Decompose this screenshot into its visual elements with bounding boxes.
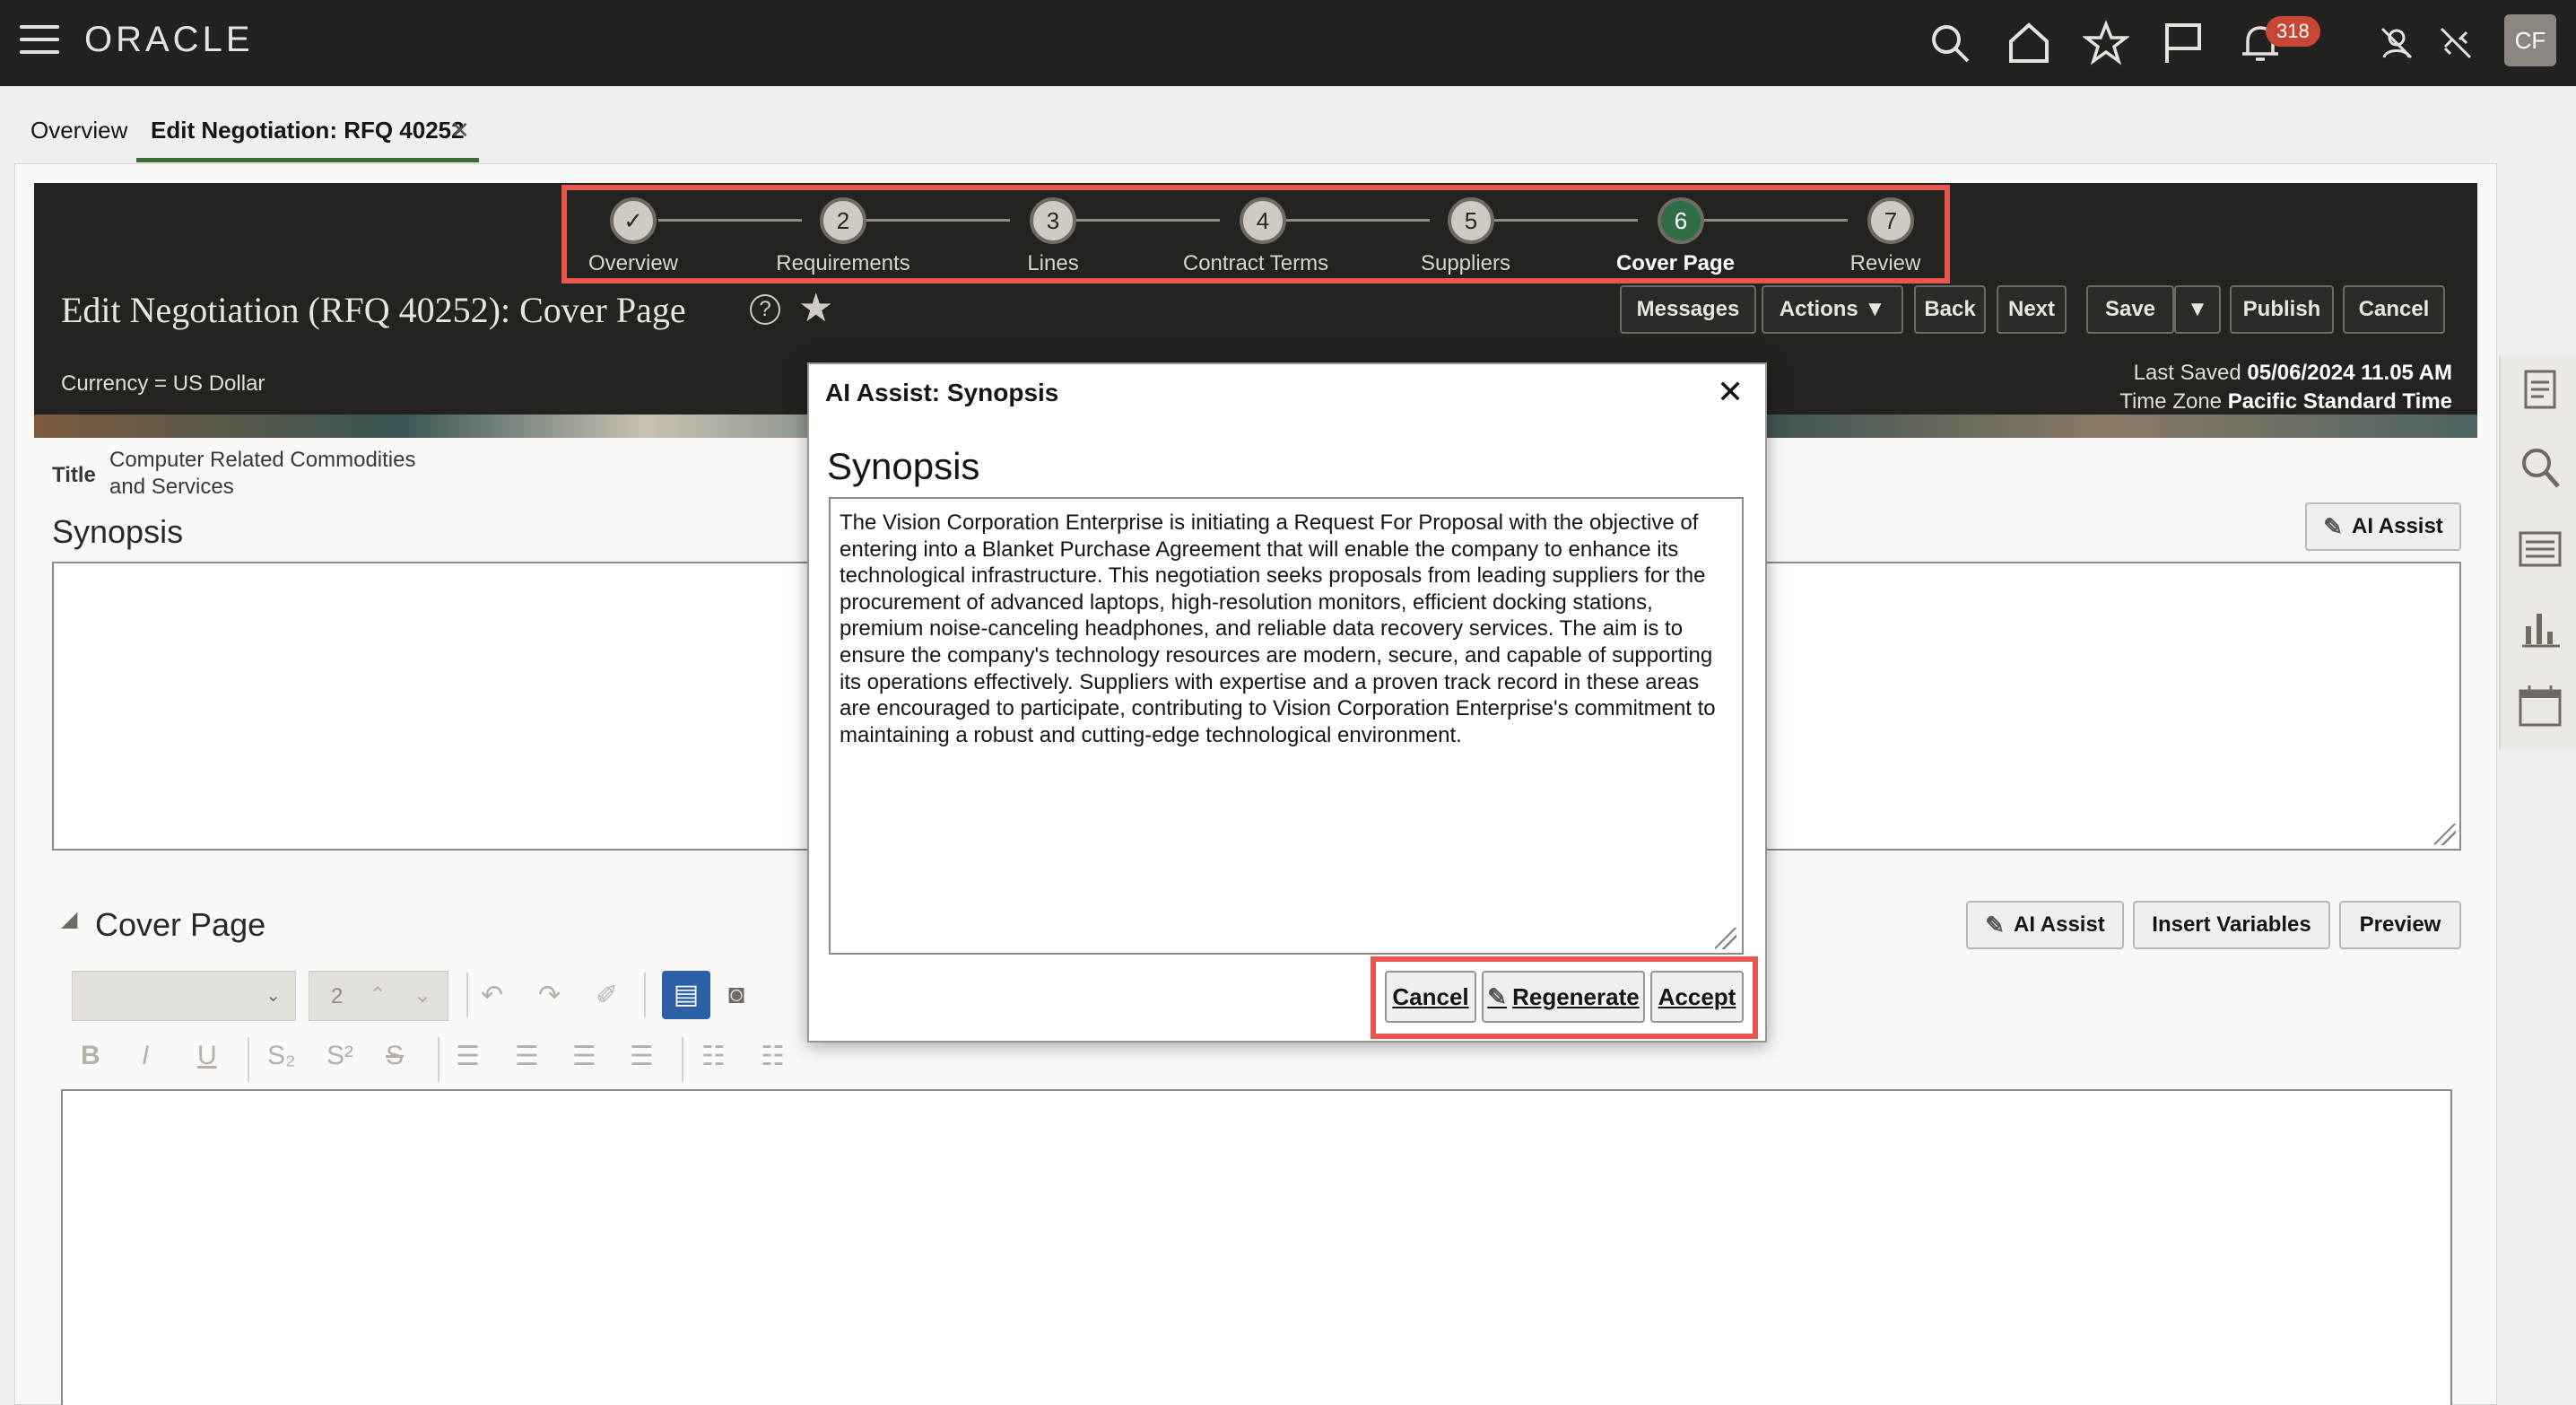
italic-icon[interactable]: I [142, 1041, 149, 1071]
align-left-icon[interactable]: ☰ [456, 1041, 480, 1072]
synopsis-heading: Synopsis [52, 513, 184, 550]
last-saved-label: Last Saved [2133, 361, 2241, 385]
magic-wand-icon: ✎ [1985, 911, 2005, 938]
caret-down-icon: ▼ [1864, 297, 1886, 321]
close-tab-icon[interactable]: ✕ [450, 117, 470, 144]
redo-icon[interactable]: ↷ [538, 980, 561, 1011]
search-panel-icon[interactable] [2517, 445, 2563, 492]
search-icon[interactable] [1927, 20, 1973, 66]
magic-wand-icon: ✎ [2323, 512, 2343, 540]
resize-grip-icon[interactable] [1715, 928, 1736, 949]
preview-button[interactable]: Preview [2339, 901, 2461, 949]
dialog-title: AI Assist: Synopsis [825, 379, 1059, 406]
messages-button[interactable]: Messages [1620, 285, 1756, 334]
strikethrough-icon[interactable]: S [386, 1041, 404, 1071]
back-button[interactable]: Back [1914, 285, 1986, 334]
collapse-triangle-icon[interactable]: ◢ [61, 906, 77, 932]
toolbar-separator [466, 973, 468, 1017]
help-icon[interactable]: ? [750, 294, 780, 325]
toolbar-separator [682, 1037, 683, 1082]
timezone-label: Time Zone [2119, 389, 2223, 414]
numbered-list-icon[interactable]: ☷ [761, 1041, 785, 1072]
underline-icon[interactable]: U [197, 1041, 217, 1071]
ai-assist-label: AI Assist [2013, 912, 2105, 937]
home-icon[interactable] [2006, 20, 2052, 66]
increase-icon[interactable]: ⌃ [369, 982, 387, 1008]
global-header: ORACLE 318 CF [0, 0, 2576, 86]
right-panel-rail [2499, 355, 2576, 750]
source-mode-icon[interactable]: ◙ [728, 980, 744, 1010]
favorite-star-icon[interactable]: ★ [798, 285, 833, 331]
bold-icon[interactable]: B [81, 1041, 100, 1071]
align-center-icon[interactable]: ☰ [515, 1041, 539, 1072]
regenerate-button[interactable]: ✎ Regenerate [1482, 971, 1645, 1023]
superscript-icon[interactable]: S² [326, 1041, 353, 1071]
cancel-button[interactable]: Cancel [2343, 285, 2445, 334]
chevron-down-icon: ⌄ [265, 986, 281, 1006]
subscript-icon[interactable]: S₂ [267, 1041, 296, 1071]
document-icon[interactable] [2517, 366, 2563, 413]
title-value: Computer Related Commodities and Service… [109, 448, 416, 499]
bullet-list-icon[interactable]: ☷ [701, 1041, 726, 1072]
publish-button[interactable]: Publish [2230, 285, 2334, 334]
cover-ai-assist-button[interactable]: ✎ AI Assist [1966, 901, 2124, 949]
toolbar-separator [438, 1037, 439, 1082]
cover-page-heading: Cover Page [95, 906, 266, 943]
undo-icon[interactable]: ↶ [481, 980, 503, 1011]
close-icon[interactable]: ✕ [1717, 373, 1744, 411]
rich-text-mode-icon[interactable]: ▤ [662, 971, 710, 1019]
favorites-star-icon[interactable] [2081, 20, 2131, 66]
justify-icon[interactable]: ☰ [630, 1041, 654, 1072]
toolbar-separator [644, 973, 646, 1017]
oracle-logo: ORACLE [84, 20, 254, 59]
link-off-icon[interactable] [2432, 20, 2479, 66]
actions-button[interactable]: Actions ▼ [1762, 285, 1903, 334]
calendar-icon[interactable] [2517, 682, 2563, 729]
currency-label: Currency = US Dollar [61, 371, 265, 396]
dialog-synopsis-heading: Synopsis [827, 445, 980, 487]
font-size-stepper[interactable]: 2 ⌃ ⌄ [309, 971, 448, 1021]
save-button[interactable]: Save [2086, 285, 2174, 334]
resize-grip-icon[interactable] [2434, 824, 2456, 845]
eraser-icon[interactable]: ✐ [596, 980, 618, 1011]
font-family-select[interactable]: ⌄ [72, 971, 296, 1021]
save-options-caret-icon[interactable]: ▼ [2174, 285, 2221, 334]
last-saved-info: Last Saved 05/06/2024 11.05 AM Time Zone… [2119, 359, 2452, 416]
regenerate-label: Regenerate [1512, 982, 1640, 1010]
decrease-icon[interactable]: ⌄ [413, 982, 431, 1008]
train-highlight-box [561, 185, 1950, 284]
magic-wand-icon: ✎ [1487, 982, 1508, 1010]
insert-variables-button[interactable]: Insert Variables [2133, 901, 2330, 949]
next-button[interactable]: Next [1997, 285, 2067, 334]
generated-synopsis-textarea[interactable]: The Vision Corporation Enterprise is ini… [829, 497, 1744, 955]
hamburger-icon[interactable] [20, 25, 59, 57]
user-off-icon[interactable] [2373, 20, 2420, 66]
title-label: Title [52, 463, 96, 487]
list-icon[interactable] [2517, 526, 2563, 572]
notification-count-badge: 318 [2266, 16, 2320, 47]
page-title: Edit Negotiation (RFQ 40252): Cover Page [61, 290, 686, 330]
toolbar-separator [248, 1037, 249, 1082]
ai-assist-label: AI Assist [2351, 514, 2443, 538]
dialog-cancel-button[interactable]: Cancel [1385, 971, 1476, 1023]
bar-chart-icon[interactable] [2517, 605, 2563, 651]
synopsis-ai-assist-button[interactable]: ✎ AI Assist [2305, 502, 2461, 551]
cover-page-editor[interactable] [61, 1089, 2452, 1405]
flag-icon[interactable] [2160, 20, 2206, 66]
align-right-icon[interactable]: ☰ [572, 1041, 596, 1072]
tab-edit-negotiation[interactable]: Edit Negotiation: RFQ 40252 [151, 117, 465, 144]
active-tab-indicator [136, 158, 479, 162]
last-saved-value: 05/06/2024 11.05 AM [2247, 361, 2452, 385]
actions-label: Actions [1779, 297, 1858, 321]
user-avatar[interactable]: CF [2504, 14, 2556, 66]
tab-overview[interactable]: Overview [30, 117, 127, 144]
timezone-value: Pacific Standard Time [2227, 389, 2452, 414]
font-size-value: 2 [331, 984, 344, 1008]
accept-button[interactable]: Accept [1650, 971, 1744, 1023]
